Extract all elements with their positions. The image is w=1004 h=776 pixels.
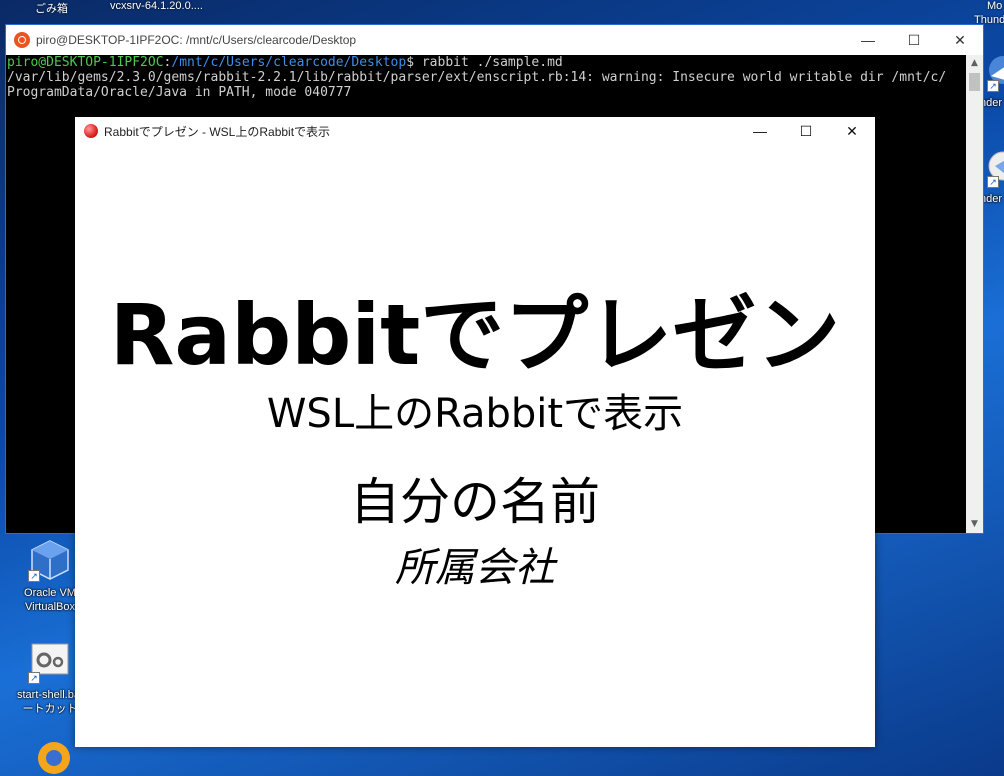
scrollbar-thumb[interactable] <box>969 73 980 91</box>
batch-file-icon: ↗ <box>28 640 72 684</box>
close-button[interactable]: ✕ <box>937 25 983 55</box>
rabbit-window-title: Rabbitでプレゼン - WSL上のRabbitで表示 <box>104 124 331 139</box>
desktop-icon-partial[interactable] <box>18 734 78 776</box>
terminal-scrollbar[interactable]: ▲ ▼ <box>966 55 983 533</box>
minimize-button[interactable]: — <box>737 117 783 145</box>
recycle-bin-label[interactable]: ごみ箱 <box>35 0 68 16</box>
slide-canvas[interactable]: Rabbitでプレゼン WSL上のRabbitで表示 自分の名前 所属会社 <box>75 145 875 747</box>
terminal-titlebar[interactable]: piro@DESKTOP-1IPF2OC: /mnt/c/Users/clear… <box>6 25 983 55</box>
ubuntu-icon <box>14 32 30 48</box>
virtualbox-icon: ↗ <box>28 538 72 582</box>
minimize-button[interactable]: — <box>845 25 891 55</box>
scroll-up-icon[interactable]: ▲ <box>966 55 983 72</box>
scroll-down-icon[interactable]: ▼ <box>966 516 983 533</box>
slide-author: 自分の名前 <box>350 473 600 531</box>
slide-subtitle: WSL上のRabbitで表示 <box>266 391 684 437</box>
shortcut-arrow-icon: ↗ <box>987 80 999 92</box>
slide-institution: 所属会社 <box>395 545 555 591</box>
maximize-button[interactable]: ☐ <box>783 117 829 145</box>
mozilla-label[interactable]: Mo <box>987 0 1002 12</box>
prompt-command: $ rabbit ./sample.md <box>406 55 563 70</box>
prompt-user: piro@DESKTOP-1IPF2OC <box>7 55 164 70</box>
app-shortcut-icon <box>26 734 70 776</box>
shortcut-arrow-icon: ↗ <box>28 570 40 582</box>
shortcut-arrow-icon: ↗ <box>987 176 999 188</box>
rabbit-titlebar[interactable]: Rabbitでプレゼン - WSL上のRabbitで表示 — ☐ ✕ <box>75 117 875 145</box>
vcxsrv-label[interactable]: vcxsrv-64.1.20.0.... <box>110 0 203 12</box>
slide-title: Rabbitでプレゼン <box>109 286 841 384</box>
maximize-button[interactable]: ☐ <box>891 25 937 55</box>
rabbit-window-controls: — ☐ ✕ <box>737 117 875 145</box>
prompt-path: /mnt/c/Users/clearcode/Desktop <box>171 55 407 70</box>
rabbit-app-icon <box>84 124 98 138</box>
terminal-window-controls: — ☐ ✕ <box>845 25 983 55</box>
terminal-line: /var/lib/gems/2.3.0/gems/rabbit-2.2.1/li… <box>7 70 947 85</box>
close-button[interactable]: ✕ <box>829 117 875 145</box>
shortcut-arrow-icon: ↗ <box>28 672 40 684</box>
thunderbird-icon: ↗ <box>981 52 1004 92</box>
terminal-title: piro@DESKTOP-1IPF2OC: /mnt/c/Users/clear… <box>36 33 357 47</box>
rabbit-window[interactable]: Rabbitでプレゼン - WSL上のRabbitで表示 — ☐ ✕ Rabbi… <box>75 117 875 747</box>
terminal-line: ProgramData/Oracle/Java in PATH, mode 04… <box>7 85 352 100</box>
thunderbird-icon: ↗ <box>981 148 1004 188</box>
